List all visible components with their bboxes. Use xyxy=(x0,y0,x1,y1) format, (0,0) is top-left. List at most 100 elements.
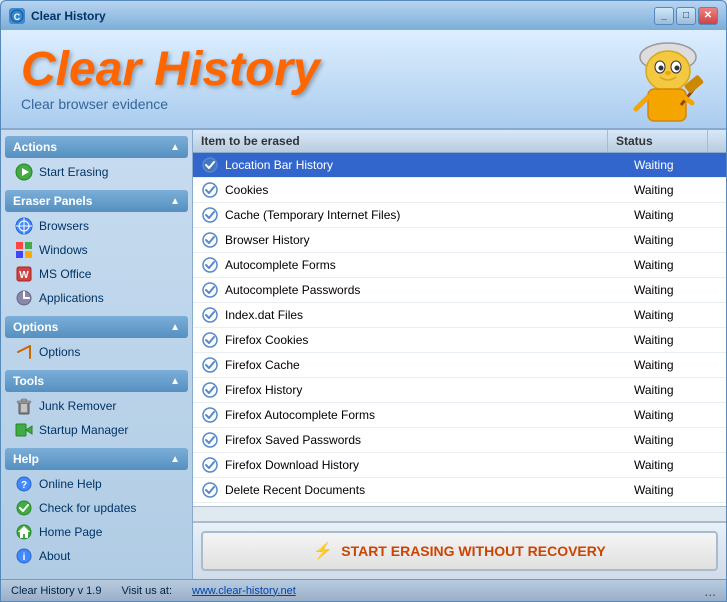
table-row[interactable]: Cache (Temporary Internet Files) Waiting xyxy=(193,203,726,228)
online-help-icon: ? xyxy=(15,475,33,493)
junk-remover-icon xyxy=(15,397,33,415)
row-check-icon xyxy=(201,356,219,374)
row-item-name: Firefox Autocomplete Forms xyxy=(225,408,375,422)
table-body[interactable]: Location Bar History Waiting Cookies Wai… xyxy=(193,153,726,506)
row-check-icon xyxy=(201,281,219,299)
sidebar-item-start-erasing[interactable]: Start Erasing xyxy=(9,160,184,184)
sidebar-item-online-help[interactable]: ? Online Help xyxy=(9,472,184,496)
row-status-cell: Waiting xyxy=(626,155,726,175)
sidebar-item-startup-manager[interactable]: Startup Manager xyxy=(9,418,184,442)
row-item-name: Index.dat Files xyxy=(225,308,303,322)
sidebar-item-options[interactable]: Options xyxy=(9,340,184,364)
row-item-name: Location Bar History xyxy=(225,158,333,172)
row-status-cell: Waiting xyxy=(626,405,726,425)
row-item-cell: Firefox Autocomplete Forms xyxy=(193,403,626,427)
main-window: Clear History Clear browser evidence xyxy=(0,30,727,602)
row-check-icon xyxy=(201,256,219,274)
row-item-cell: Firefox Cookies xyxy=(193,328,626,352)
sidebar-item-check-updates[interactable]: Check for updates xyxy=(9,496,184,520)
row-check-icon xyxy=(201,206,219,224)
logo-area: Clear History Clear browser evidence xyxy=(21,46,320,112)
progress-bar-area xyxy=(193,506,726,522)
col-header-item: Item to be erased xyxy=(193,130,608,152)
row-item-cell: Delete Recent Documents xyxy=(193,478,626,502)
row-check-icon xyxy=(201,456,219,474)
row-check-icon xyxy=(201,306,219,324)
svg-text:W: W xyxy=(19,270,29,281)
row-status-cell: Waiting xyxy=(626,355,726,375)
start-erasing-button[interactable]: ⚡ START ERASING WITHOUT RECOVERY xyxy=(201,531,718,571)
sidebar-section-options: Options ▲ Options xyxy=(5,316,188,366)
row-item-cell: Firefox Download History xyxy=(193,453,626,477)
table-row[interactable]: Delete Recent Documents Waiting xyxy=(193,478,726,503)
minimize-button[interactable]: _ xyxy=(654,7,674,25)
sidebar-section-help-items: ? Online Help Check for updates xyxy=(5,470,188,570)
maximize-button[interactable]: □ xyxy=(676,7,696,25)
row-item-name: Browser History xyxy=(225,233,310,247)
sidebar-section-help-header[interactable]: Help ▲ xyxy=(5,448,188,470)
applications-icon xyxy=(15,289,33,307)
table-row[interactable]: Autocomplete Forms Waiting xyxy=(193,253,726,278)
table-row[interactable]: Firefox Cache Waiting xyxy=(193,353,726,378)
chevron-up-icon: ▲ xyxy=(170,142,180,153)
row-status-cell: Waiting xyxy=(626,455,726,475)
sidebar-section-eraser-panels-header[interactable]: Eraser Panels ▲ xyxy=(5,190,188,212)
table-row[interactable]: Index.dat Files Waiting xyxy=(193,303,726,328)
sidebar-item-home-page[interactable]: Home Page xyxy=(9,520,184,544)
table-row[interactable]: Firefox Cookies Waiting xyxy=(193,328,726,353)
home-page-icon xyxy=(15,523,33,541)
table-row[interactable]: Browser History Waiting xyxy=(193,228,726,253)
sidebar-item-junk-remover[interactable]: Junk Remover xyxy=(9,394,184,418)
action-bar: ⚡ START ERASING WITHOUT RECOVERY xyxy=(193,522,726,579)
start-erasing-label: START ERASING WITHOUT RECOVERY xyxy=(341,543,605,559)
status-bar: Clear History v 1.9 Visit us at: www.cle… xyxy=(1,579,726,601)
table-row[interactable]: Autocomplete Passwords Waiting xyxy=(193,278,726,303)
row-item-cell: Autocomplete Passwords xyxy=(193,278,626,302)
col-header-status: Status xyxy=(608,130,708,152)
row-item-cell: Location Bar History xyxy=(193,153,626,177)
row-item-cell: Cache (Temporary Internet Files) xyxy=(193,203,626,227)
chevron-up-icon: ▲ xyxy=(170,322,180,333)
windows-icon xyxy=(15,241,33,259)
mascot-character xyxy=(626,35,706,125)
table-row[interactable]: Firefox History Waiting xyxy=(193,378,726,403)
sidebar-section-options-header[interactable]: Options ▲ xyxy=(5,316,188,338)
sidebar-section-help: Help ▲ ? Online Help xyxy=(5,448,188,570)
sidebar-section-actions-header[interactable]: Actions ▲ xyxy=(5,136,188,158)
table-row[interactable]: Firefox Autocomplete Forms Waiting xyxy=(193,403,726,428)
items-list-container: Item to be erased Status Location Bar Hi… xyxy=(193,130,726,506)
row-status-cell: Waiting xyxy=(626,205,726,225)
close-button[interactable]: ✕ xyxy=(698,7,718,25)
lightning-icon: ⚡ xyxy=(313,541,333,561)
row-status-cell: Waiting xyxy=(626,430,726,450)
status-website-link[interactable]: www.clear-history.net xyxy=(192,585,296,597)
status-dots: ... xyxy=(704,583,716,599)
sidebar-item-ms-office[interactable]: W MS Office xyxy=(9,262,184,286)
sidebar-section-eraser-panels-items: Browsers Windows xyxy=(5,212,188,312)
row-check-icon xyxy=(201,231,219,249)
table-row[interactable]: Cookies Waiting xyxy=(193,178,726,203)
title-bar: C Clear History _ □ ✕ xyxy=(0,0,727,30)
sidebar-item-windows[interactable]: Windows xyxy=(9,238,184,262)
row-item-name: Autocomplete Passwords xyxy=(225,283,360,297)
table-row[interactable]: Firefox Download History Waiting xyxy=(193,453,726,478)
sidebar-item-about[interactable]: i About xyxy=(9,544,184,568)
ms-office-icon: W xyxy=(15,265,33,283)
row-check-icon xyxy=(201,156,219,174)
row-item-cell: Browser History xyxy=(193,228,626,252)
row-status-cell: Waiting xyxy=(626,255,726,275)
sidebar-item-applications[interactable]: Applications xyxy=(9,286,184,310)
row-item-name: Firefox History xyxy=(225,383,302,397)
sidebar-item-browsers[interactable]: Browsers xyxy=(9,214,184,238)
row-check-icon xyxy=(201,431,219,449)
startup-manager-icon xyxy=(15,421,33,439)
app-logo-title: Clear History xyxy=(21,46,320,94)
sidebar-section-tools-header[interactable]: Tools ▲ xyxy=(5,370,188,392)
row-item-name: Delete Recent Documents xyxy=(225,483,365,497)
row-item-cell: Index.dat Files xyxy=(193,303,626,327)
table-row[interactable]: Firefox Saved Passwords Waiting xyxy=(193,428,726,453)
status-version: Clear History v 1.9 xyxy=(11,585,101,597)
chevron-up-icon: ▲ xyxy=(170,376,180,387)
main-panel: Item to be erased Status Location Bar Hi… xyxy=(193,130,726,579)
table-row[interactable]: Location Bar History Waiting xyxy=(193,153,726,178)
